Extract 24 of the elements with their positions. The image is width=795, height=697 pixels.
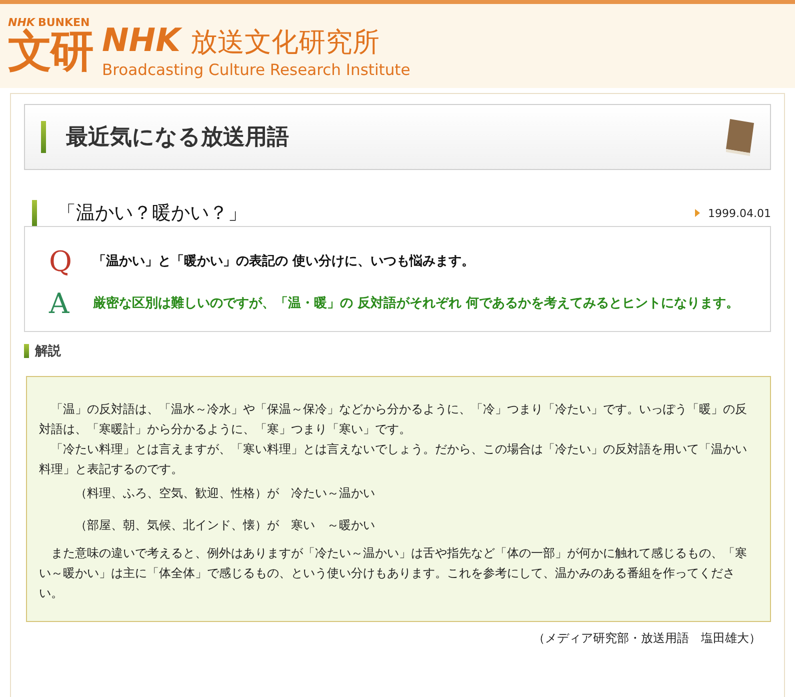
accent-bar [41,121,46,153]
article-title: 「温かい？暖かい？」 [57,201,248,226]
example-line: （部屋、朝、気候、北インド、懐）が 寒い ～暖かい [74,517,376,534]
answer-mark: A [49,289,70,319]
logo-text: NHK [8,17,35,29]
commentary-paragraph: 「冷たい料理」とは言えますが、「寒い料理」とは言えないでしょう。だから、この場合は「冷たい」の反対語を用いて「温かい料理」と表記するのです。 [39,441,748,478]
commentary-paragraph: 「温」の反対語は、「温水～冷水」や「保温～保冷」などから分かるように、「冷」つまり「冷たい」です。いっぽう「暖」の反対語は、「寒暖計」から分かるように、「寒」つまり「寒い」です。 [39,401,748,438]
accent-bar [24,344,29,358]
example-line: （料理、ふろ、空気、歓迎、性格）が 冷たい～温かい [74,485,376,502]
question-text: 「温かい」と「暖かい」の表記の 使い分けに、いつも悩みます。 [93,253,476,271]
author-credit: （メディア研究部・放送用語 塩田雄大） [532,630,762,647]
answer-text: 厳密な区別は難しいのですが、「温・暖」の 反対語がそれぞれ 何であるかを考えてみるとヒントになります。 [93,294,740,313]
question-mark: Q [49,247,73,277]
bullet-icon [695,209,700,217]
commentary-paragraph: また意味の違いで考えると、例外はありますが「冷たい～温かい」は舌や指先など「体の一部」が何かに触れて感じるもの、「寒い～暖かい」は主に「体全体」で感じるもの、という使い分けもあります。これを参考にして、温かみのある番組を作ってください。 [39,545,748,602]
institute-english-name: Broadcasting Culture Research Institute [102,60,410,80]
logo-text: BUNKEN [38,17,90,29]
article-date: 1999.04.01 [708,206,771,220]
accent-bar [32,200,37,226]
institute-name: 放送文化研究所 [190,26,380,60]
section-title: 最近気になる放送用語 [66,124,290,152]
logo-mark[interactable]: 文研 [8,29,92,75]
commentary-heading: 解説 [35,343,61,360]
logo-text: NHK [102,22,180,56]
